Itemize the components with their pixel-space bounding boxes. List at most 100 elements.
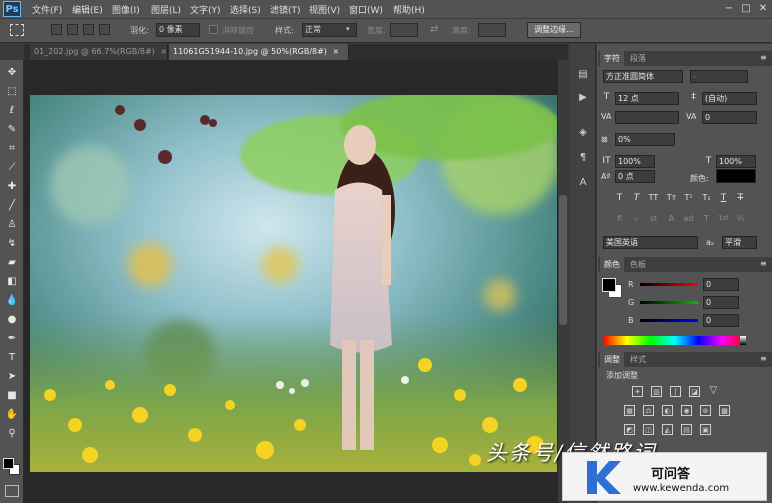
color-balance-icon[interactable]: ⚖: [643, 405, 654, 416]
invert-icon[interactable]: ◩: [624, 424, 635, 435]
foreground-swatch-front[interactable]: [3, 458, 14, 469]
eraser-tool-icon[interactable]: ▰: [5, 256, 19, 270]
antialias-select[interactable]: 平滑: [722, 236, 757, 249]
menu-select[interactable]: 选择(S): [230, 3, 261, 16]
history-brush-tool-icon[interactable]: ↯: [5, 237, 19, 251]
stylistic-alternates-button[interactable]: ad: [683, 214, 694, 223]
exposure-icon[interactable]: ◪: [689, 386, 700, 397]
faux-italic-button[interactable]: T: [631, 193, 642, 203]
gradient-tool-icon[interactable]: ◧: [5, 275, 19, 289]
intersect-selection-icon[interactable]: [99, 24, 110, 35]
baseline-shift-input[interactable]: 0 点: [615, 170, 655, 183]
tab-styles[interactable]: 样式: [626, 352, 650, 367]
tab-swatches[interactable]: 色板: [626, 257, 650, 272]
channel-mixer-icon[interactable]: ⊛: [700, 405, 711, 416]
menu-window[interactable]: 窗口(W): [349, 3, 383, 16]
underline-button[interactable]: T: [718, 193, 729, 203]
black-white-ramp[interactable]: [740, 336, 746, 345]
vertical-scale-input[interactable]: 100%: [615, 155, 655, 168]
tab-document-2[interactable]: 11061G51944-10.jpg @ 50%(RGB/8#) ×: [169, 44, 349, 60]
add-selection-icon[interactable]: [67, 24, 78, 35]
brush-tool-icon[interactable]: ╱: [5, 199, 19, 213]
discretionary-ligatures-button[interactable]: st: [648, 214, 659, 223]
panel-menu-icon[interactable]: ≡: [760, 53, 767, 62]
history-panel-icon[interactable]: ▤: [575, 67, 591, 83]
hue-saturation-icon[interactable]: ▦: [624, 405, 635, 416]
menu-filter[interactable]: 滤镜(T): [270, 3, 301, 16]
paragraph-panel-icon[interactable]: ¶: [575, 150, 591, 166]
blur-tool-icon[interactable]: 💧: [5, 294, 19, 308]
tab-paragraph[interactable]: 段落: [626, 51, 650, 66]
ligatures-button[interactable]: fi: [614, 214, 625, 223]
green-slider[interactable]: [640, 301, 698, 304]
all-caps-button[interactable]: TT: [648, 193, 659, 202]
canvas-image[interactable]: [30, 95, 557, 472]
brightness-contrast-icon[interactable]: ☀: [632, 386, 643, 397]
tab-color[interactable]: 颜色: [600, 257, 624, 272]
clone-stamp-tool-icon[interactable]: ♙: [5, 218, 19, 232]
photo-filter-icon[interactable]: ◉: [681, 405, 692, 416]
minimize-button[interactable]: −: [722, 2, 736, 15]
fractions-button[interactable]: ½: [735, 214, 746, 223]
zoom-tool-icon[interactable]: ⚲: [5, 427, 19, 441]
layers-panel-icon[interactable]: ◈: [575, 125, 591, 141]
green-input[interactable]: 0: [703, 296, 739, 309]
red-slider[interactable]: [640, 283, 698, 286]
panel-menu-icon[interactable]: ≡: [760, 259, 767, 268]
character-panel-icon[interactable]: A: [575, 175, 591, 191]
refine-edge-button[interactable]: 调整边缘...: [527, 22, 581, 38]
posterize-icon[interactable]: ◫: [643, 424, 654, 435]
close-icon[interactable]: ×: [332, 47, 339, 56]
leading-input[interactable]: (自动): [702, 92, 757, 105]
maximize-button[interactable]: □: [739, 2, 753, 15]
subscript-button[interactable]: T₁: [701, 193, 712, 202]
font-style-select[interactable]: -: [690, 70, 748, 83]
gradient-map-icon[interactable]: ▤: [681, 424, 692, 435]
selective-color-icon[interactable]: ▣: [700, 424, 711, 435]
small-caps-button[interactable]: Tт: [666, 193, 677, 202]
lasso-tool-icon[interactable]: ℓ: [5, 104, 19, 118]
ordinals-button[interactable]: 1st: [718, 214, 729, 222]
vibrance-icon[interactable]: ▽: [708, 386, 719, 397]
menu-help[interactable]: 帮助(H): [393, 3, 425, 16]
tracking-input[interactable]: 0: [702, 111, 757, 124]
menu-edit[interactable]: 编辑(E): [72, 3, 103, 16]
text-color-swatch[interactable]: [716, 169, 756, 183]
path-select-tool-icon[interactable]: ➤: [5, 370, 19, 384]
font-family-select[interactable]: 方正准圆简体: [603, 70, 683, 83]
color-lookup-icon[interactable]: ▩: [719, 405, 730, 416]
vertical-scrollbar-thumb[interactable]: [559, 195, 567, 325]
language-select[interactable]: 美国英语: [603, 236, 698, 249]
blue-input[interactable]: 0: [703, 314, 739, 327]
kerning-input[interactable]: [615, 111, 679, 124]
dodge-tool-icon[interactable]: ●: [5, 313, 19, 327]
strikethrough-button[interactable]: T: [735, 193, 746, 203]
levels-icon[interactable]: ▥: [651, 386, 662, 397]
subtract-selection-icon[interactable]: [83, 24, 94, 35]
black-white-icon[interactable]: ◐: [662, 405, 673, 416]
close-window-button[interactable]: ✕: [756, 2, 770, 15]
width-input[interactable]: [390, 23, 418, 37]
marquee-tool-preset-icon[interactable]: [10, 24, 24, 36]
horizontal-scale-input[interactable]: 100%: [716, 155, 756, 168]
superscript-button[interactable]: T¹: [683, 193, 694, 202]
menu-layer[interactable]: 图层(L): [151, 3, 181, 16]
titling-alternates-button[interactable]: T: [701, 214, 712, 223]
close-icon[interactable]: ×: [160, 47, 167, 56]
contextual-alternates-button[interactable]: ℴ: [631, 214, 642, 223]
swap-icon[interactable]: ⇄: [430, 24, 438, 35]
menu-view[interactable]: 视图(V): [309, 3, 340, 16]
threshold-icon[interactable]: ◭: [662, 424, 673, 435]
faux-bold-button[interactable]: T: [614, 193, 625, 203]
rectangle-tool-icon[interactable]: ■: [5, 389, 19, 403]
healing-brush-tool-icon[interactable]: ✚: [5, 180, 19, 194]
quick-mask-icon[interactable]: [5, 485, 19, 497]
curves-icon[interactable]: ∫: [670, 386, 681, 397]
quick-select-tool-icon[interactable]: ✎: [5, 123, 19, 137]
swash-button[interactable]: A: [666, 214, 677, 223]
type-tool-icon[interactable]: T: [5, 351, 19, 365]
font-size-input[interactable]: 12 点: [615, 92, 679, 105]
rect-marquee-tool-icon[interactable]: ⬚: [5, 85, 19, 99]
tab-adjustments[interactable]: 调整: [600, 352, 624, 367]
hand-tool-icon[interactable]: ✋: [5, 408, 19, 422]
